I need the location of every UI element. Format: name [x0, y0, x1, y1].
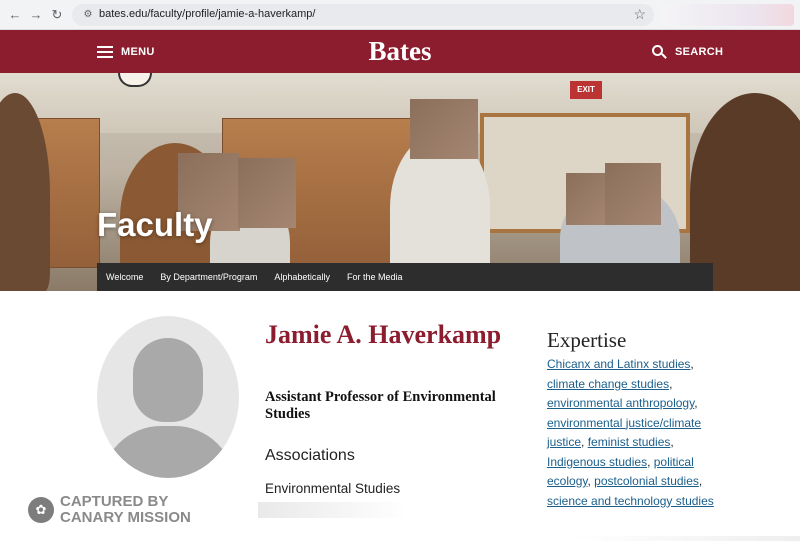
reload-icon[interactable]: ↻	[48, 6, 66, 24]
expertise-link[interactable]: Chicanx and Latinx studies	[547, 357, 690, 371]
faculty-subnav: Welcome By Department/Program Alphabetic…	[97, 263, 713, 291]
expertise-link[interactable]: science and technology studies	[547, 494, 714, 508]
expertise-link[interactable]: environmental anthropology	[547, 396, 694, 410]
expertise-link[interactable]: postcolonial studies	[594, 474, 699, 488]
subnav-item-by-department[interactable]: By Department/Program	[160, 272, 257, 282]
expertise-link[interactable]: climate change studies	[547, 377, 669, 391]
subnav-item-for-the-media[interactable]: For the Media	[347, 272, 403, 282]
back-arrow-icon[interactable]: ←	[6, 6, 24, 24]
blurred-face	[566, 173, 606, 225]
bookmark-star-icon[interactable]: ☆	[633, 6, 646, 23]
blurred-face	[238, 158, 296, 228]
url-text[interactable]: bates.edu/faculty/profile/jamie-a-haverk…	[99, 8, 315, 20]
forward-arrow-icon[interactable]: →	[27, 6, 45, 24]
expertise-link[interactable]: Indigenous studies	[547, 455, 647, 469]
subnav-item-alphabetically[interactable]: Alphabetically	[274, 272, 330, 282]
watermark: ✿ CAPTURED BY CANARY MISSION	[28, 494, 191, 526]
site-header: MENU Bates SEARCH	[0, 30, 800, 73]
profile-name: Jamie A. Haverkamp	[265, 320, 502, 349]
browser-toolbar: ← → ↻ ⚙ bates.edu/faculty/profile/jamie-…	[0, 0, 800, 30]
address-bar[interactable]: ⚙ bates.edu/faculty/profile/jamie-a-have…	[72, 4, 654, 26]
watermark-line-1: CAPTURED BY	[60, 493, 169, 510]
associations-heading: Associations	[265, 447, 355, 464]
expertise-list: Chicanx and Latinx studies, climate chan…	[547, 357, 714, 508]
redacted-area	[258, 502, 408, 518]
extensions-area	[662, 4, 794, 26]
page-title: Faculty	[97, 206, 213, 243]
blurred-face	[410, 99, 478, 159]
search-icon	[652, 44, 667, 60]
exit-sign: EXIT	[570, 81, 602, 99]
redacted-area	[572, 536, 800, 541]
association-item: Environmental Studies	[265, 481, 401, 496]
watermark-line-2: CANARY MISSION	[60, 509, 191, 526]
profile-title: Assistant Professor of Environmental Stu…	[265, 389, 496, 422]
expertise-heading: Expertise	[547, 328, 627, 352]
blurred-face	[605, 163, 661, 225]
hero-banner: EXIT Faculty	[0, 73, 800, 291]
avatar-body-shape	[101, 426, 235, 478]
avatar	[97, 316, 239, 478]
site-info-icon[interactable]: ⚙	[80, 7, 96, 23]
search-button[interactable]: SEARCH	[652, 43, 723, 61]
expertise-link[interactable]: feminist studies	[588, 435, 671, 449]
search-label: SEARCH	[675, 46, 724, 58]
canary-logo-icon: ✿	[28, 497, 54, 523]
avatar-head-shape	[133, 338, 203, 422]
subnav-item-welcome[interactable]: Welcome	[106, 272, 143, 282]
